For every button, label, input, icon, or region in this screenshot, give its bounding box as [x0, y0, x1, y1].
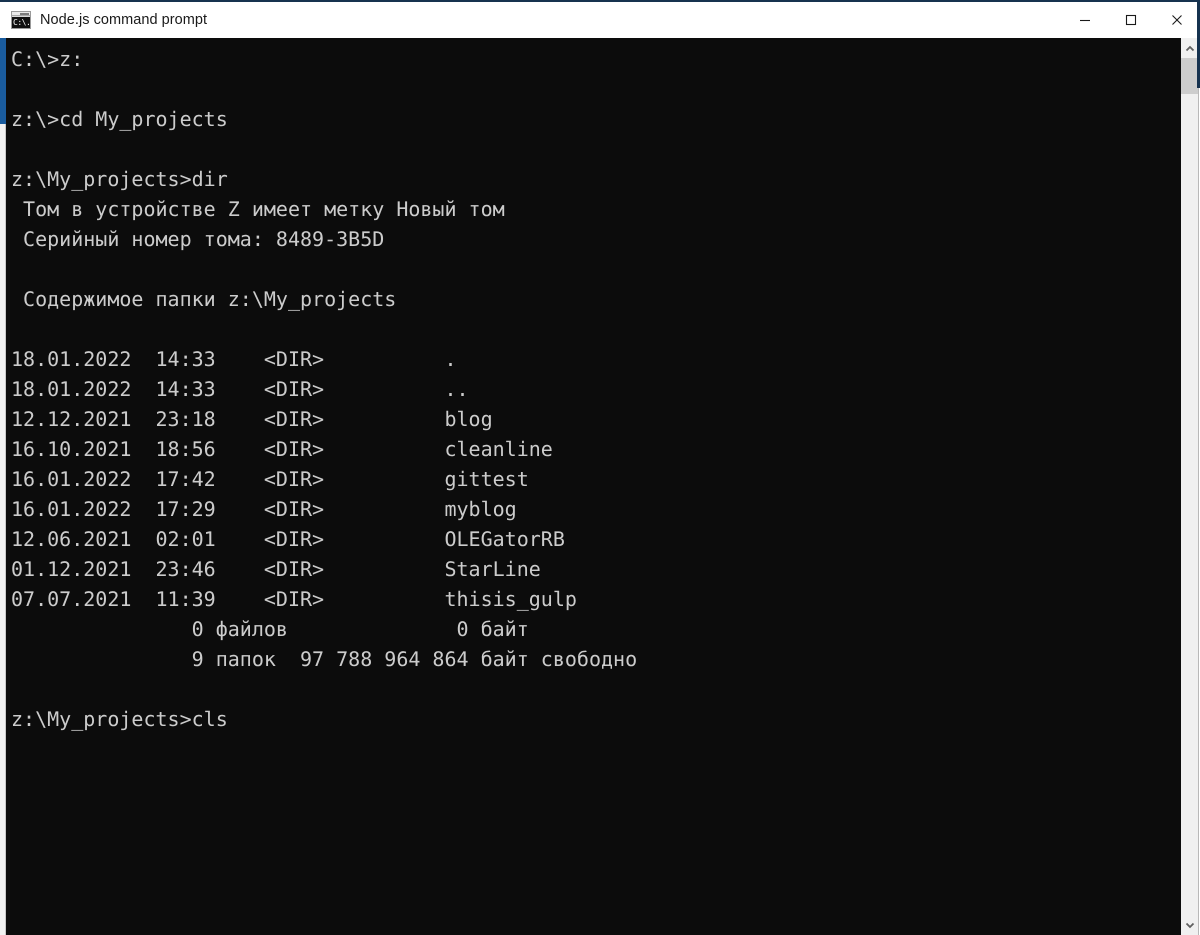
vertical-scrollbar[interactable] — [1180, 38, 1198, 935]
terminal-output-area[interactable]: C:\>z: z:\>cd My_projects z:\My_projects… — [6, 38, 1180, 935]
title-bar[interactable]: C:\. Node.js command prompt — [0, 2, 1200, 38]
close-icon — [1172, 15, 1182, 25]
terminal-text: C:\>z: z:\>cd My_projects z:\My_projects… — [11, 47, 638, 731]
scrollbar-thumb[interactable] — [1181, 58, 1198, 94]
window-controls — [1062, 2, 1200, 38]
minimize-button[interactable] — [1062, 2, 1108, 38]
scrollbar-track[interactable] — [1181, 58, 1198, 915]
chevron-up-icon — [1185, 45, 1194, 51]
scroll-up-button[interactable] — [1181, 38, 1198, 58]
maximize-icon — [1125, 14, 1137, 26]
window-body: C:\>z: z:\>cd My_projects z:\My_projects… — [0, 38, 1200, 935]
maximize-button[interactable] — [1108, 2, 1154, 38]
icon-titlebar-strip — [12, 12, 30, 16]
command-prompt-window: C:\. Node.js command prompt C:\>z: z:\>c… — [0, 0, 1200, 935]
title-bar-left: C:\. Node.js command prompt — [0, 2, 1062, 38]
cmd-console-icon: C:\. — [11, 11, 31, 29]
scroll-down-button[interactable] — [1181, 915, 1198, 935]
close-button[interactable] — [1154, 2, 1200, 38]
chevron-down-icon — [1185, 922, 1194, 928]
window-title: Node.js command prompt — [40, 12, 208, 28]
icon-console-text: C:\. — [12, 17, 30, 28]
minimize-icon — [1080, 19, 1090, 22]
